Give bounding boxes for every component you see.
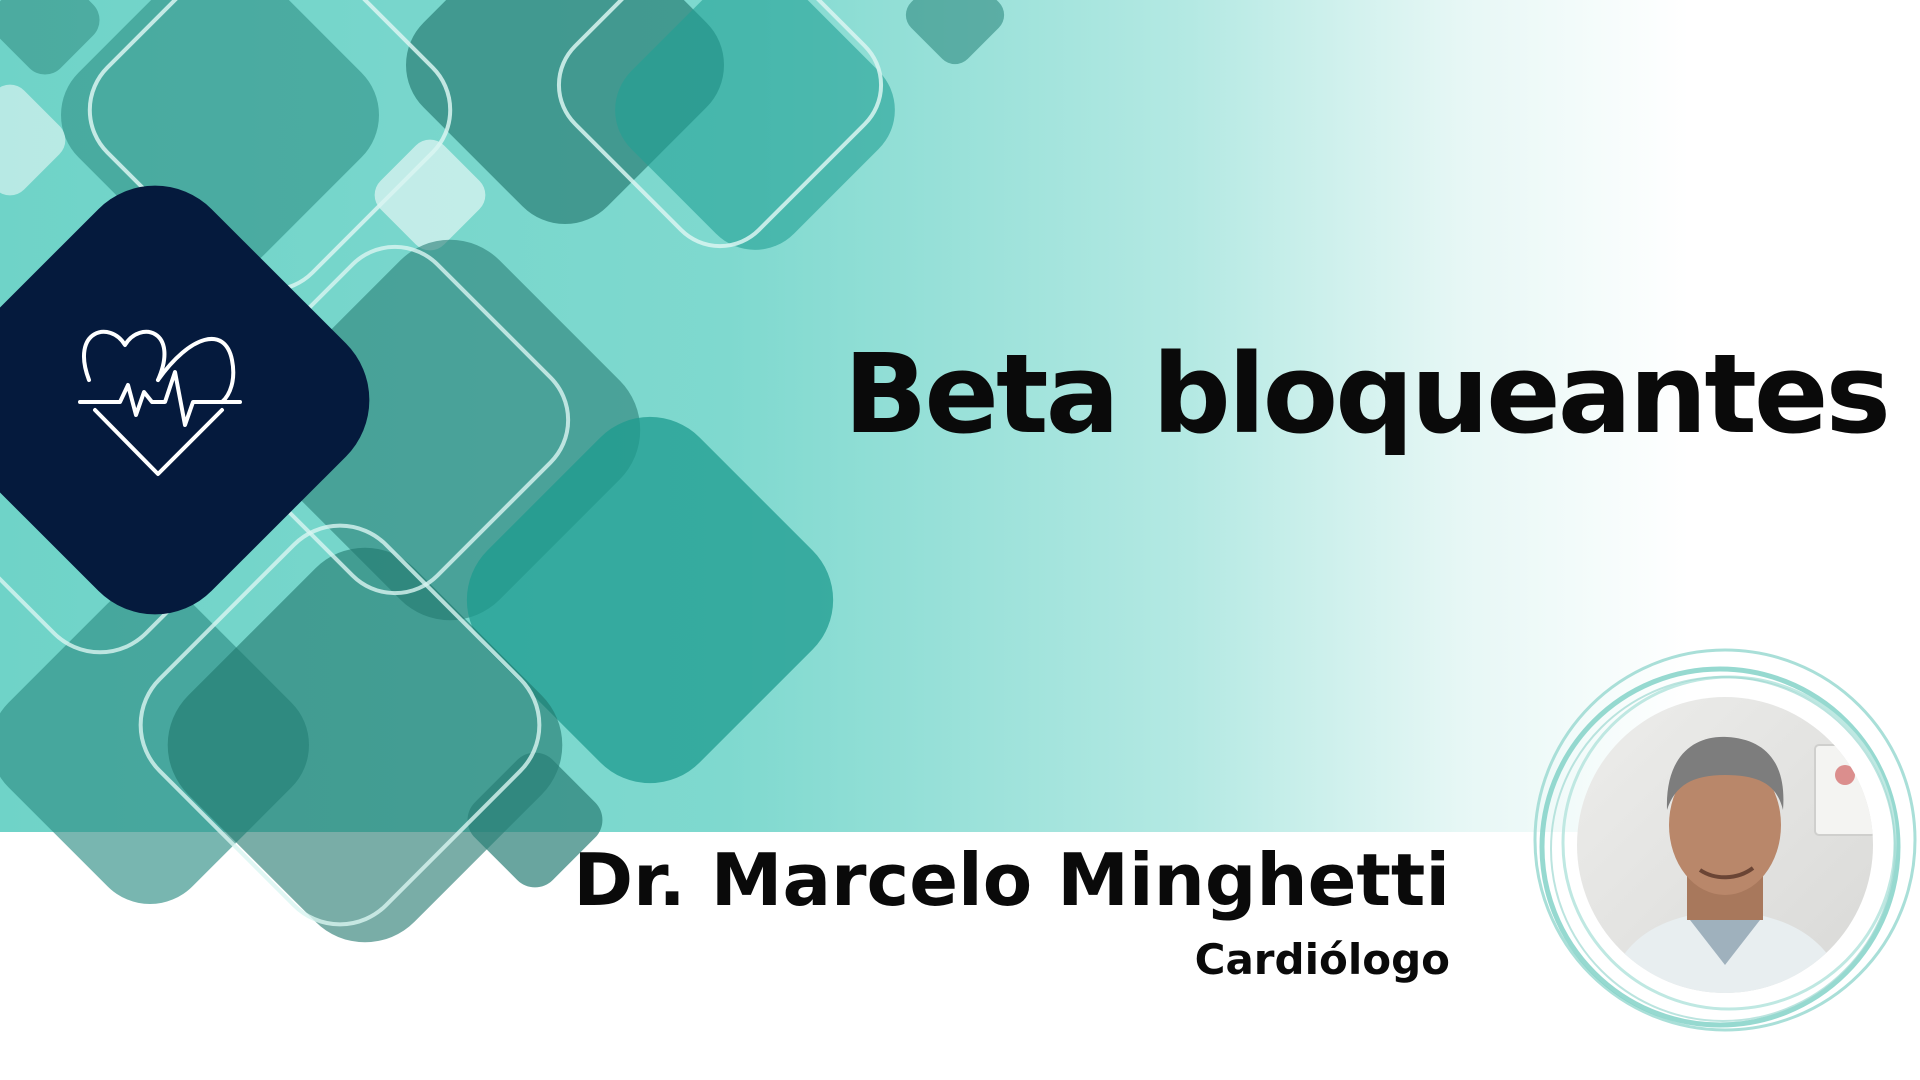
deco-diamond — [905, 0, 1005, 65]
author-role: Cardiólogo — [1194, 935, 1450, 984]
author-photo — [1515, 635, 1920, 1045]
page-title: Beta bloqueantes — [843, 330, 1891, 458]
deco-diamond — [0, 84, 66, 196]
author-name: Dr. Marcelo Minghetti — [573, 838, 1450, 922]
wall-sign — [1814, 744, 1873, 836]
